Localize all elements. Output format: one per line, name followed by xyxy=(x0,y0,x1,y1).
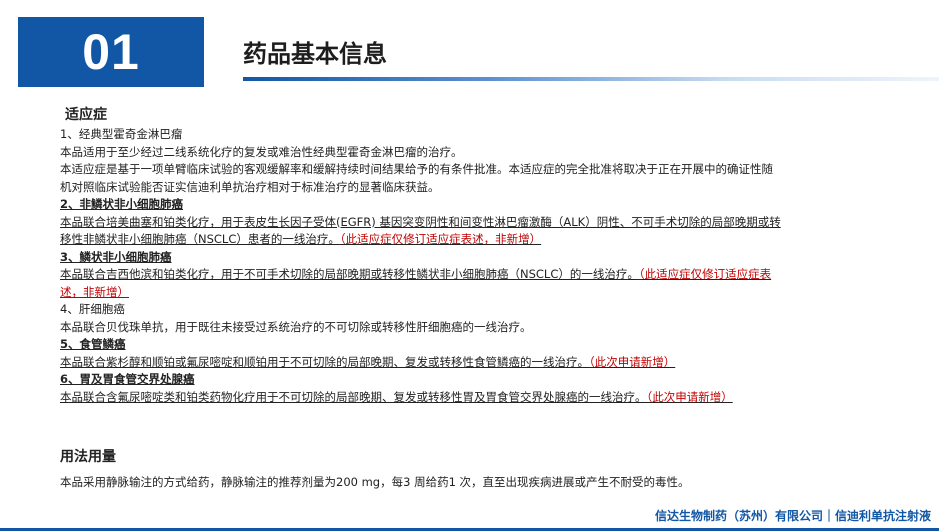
indication-text: 移性非鳞状非小细胞肺癌（NSCLC）患者的一线治疗。（此适应症仅修订适应症表述，… xyxy=(60,231,910,249)
indication-heading: 5、食管鳞癌 xyxy=(60,337,126,351)
indication-heading: 3、鳞状非小细胞肺癌 xyxy=(60,249,172,264)
indication-text: 本品联合培美曲塞和铂类化疗，用于表皮生长因子受体(EGFR) 基因突变阴性和间变… xyxy=(60,214,781,229)
indication-5: 5、食管鳞癌 本品联合紫杉醇和顺铂或氟尿嘧啶和顺铂用于不可切除的局部晚期、复发或… xyxy=(60,336,910,371)
indication-heading: 6、胃及胃食管交界处腺癌 xyxy=(60,372,195,386)
indication-heading: 2、非鳞状非小细胞肺癌 xyxy=(60,197,184,211)
indication-text: 机对照临床试验能否证实信迪利单抗治疗相对于标准治疗的显著临床获益。 xyxy=(60,179,440,194)
revision-note: （此适应症仅修订适应症表 xyxy=(638,267,772,281)
revision-note: （此适应症仅修订适应症表述，非新增） xyxy=(339,232,542,246)
indication-heading: 1、经典型霍奇金淋巴瘤 xyxy=(60,127,183,141)
indication-heading: 4、肝细胞癌 xyxy=(60,302,125,316)
indications-section: 适应症 1、经典型霍奇金淋巴瘤 本品适用于至少经过二线系统化疗的复发或难治性经典… xyxy=(60,106,910,406)
indication-6: 6、胃及胃食管交界处腺癌 本品联合含氟尿嘧啶类和铂类药物化疗用于不可切除的局部晚… xyxy=(60,371,910,406)
indication-text: 本品联合紫杉醇和顺铂或氟尿嘧啶和顺铂用于不可切除的局部晚期、复发或转移性食管鳞癌… xyxy=(60,354,910,372)
indication-text-part: 本品联合吉西他滨和铂类化疗，用于不可手术切除的局部晚期或转移性鳞状非小细胞肺癌（… xyxy=(60,267,639,281)
title-divider xyxy=(243,77,939,81)
revision-note-continued: 述，非新增） xyxy=(60,284,129,299)
indication-4: 4、肝细胞癌 本品联合贝伐珠单抗，用于既往未接受过系统治疗的不可切除或转移性肝细… xyxy=(60,301,910,336)
indication-text: 本品联合吉西他滨和铂类化疗，用于不可手术切除的局部晚期或转移性鳞状非小细胞肺癌（… xyxy=(60,266,910,284)
footer-company: 信达生物制药（苏州）有限公司｜信迪利单抗注射液 xyxy=(654,509,931,523)
usage-text: 本品采用静脉输注的方式给药，静脉输注的推荐剂量为200 mg，每3 周给药1 次… xyxy=(60,475,690,489)
indication-1: 1、经典型霍奇金淋巴瘤 本品适用于至少经过二线系统化疗的复发或难治性经典型霍奇金… xyxy=(60,126,910,196)
indication-3: 3、鳞状非小细胞肺癌 本品联合吉西他滨和铂类化疗，用于不可手术切除的局部晚期或转… xyxy=(60,249,910,302)
indication-text-part: 移性非鳞状非小细胞肺癌（NSCLC）患者的一线治疗。 xyxy=(60,232,340,246)
new-indication-note: （此次申请新增） xyxy=(589,354,676,369)
section-number-badge: 01 xyxy=(18,17,204,87)
usage-title: 用法用量 xyxy=(60,449,116,465)
indication-text: 本品适用于至少经过二线系统化疗的复发或难治性经典型霍奇金淋巴瘤的治疗。 xyxy=(60,144,463,159)
indication-text-part: 本品联合含氟尿嘧啶类和铂类药物化疗用于不可切除的局部晚期、复发或转移性胃及胃食管… xyxy=(60,389,647,404)
indication-text: 本适应症是基于一项单臂临床试验的客观缓解率和缓解持续时间结果给予的有条件批准。本… xyxy=(60,162,773,176)
page-title: 药品基本信息 xyxy=(243,40,387,68)
new-indication-note: （此次申请新增） xyxy=(646,389,733,404)
section-number: 01 xyxy=(82,24,140,80)
indication-2: 2、非鳞状非小细胞肺癌 本品联合培美曲塞和铂类化疗，用于表皮生长因子受体(EGF… xyxy=(60,196,910,249)
indication-text: 本品联合含氟尿嘧啶类和铂类药物化疗用于不可切除的局部晚期、复发或转移性胃及胃食管… xyxy=(60,389,910,407)
indication-text: 本品联合贝伐珠单抗，用于既往未接受过系统治疗的不可切除或转移性肝细胞癌的一线治疗… xyxy=(60,319,532,334)
indication-text-part: 本品联合紫杉醇和顺铂或氟尿嘧啶和顺铂用于不可切除的局部晚期、复发或转移性食管鳞癌… xyxy=(60,354,589,369)
usage-section: 用法用量 本品采用静脉输注的方式给药，静脉输注的推荐剂量为200 mg，每3 周… xyxy=(60,448,910,490)
indications-title: 适应症 xyxy=(65,107,107,123)
